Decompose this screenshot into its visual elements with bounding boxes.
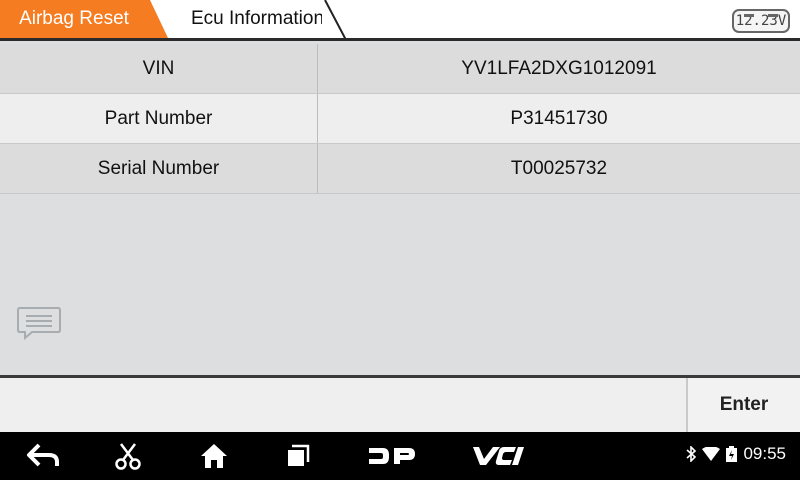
row-value: YV1LFA2DXG1012091 (461, 57, 657, 79)
tab-label: Airbag Reset (19, 8, 129, 29)
table-row: Serial Number T00025732 (0, 144, 800, 194)
row-value: T00025732 (510, 157, 608, 179)
wifi-icon (702, 447, 721, 461)
row-key: Serial Number (0, 144, 318, 193)
battery-cap (768, 14, 778, 17)
bluetooth-icon (686, 446, 697, 462)
row-key: Part Number (0, 94, 318, 143)
scissors-icon[interactable] (112, 442, 144, 470)
home-icon[interactable] (197, 442, 231, 470)
tab-ecu-information[interactable]: Ecu Information (155, 0, 350, 38)
battery-cap (744, 14, 754, 17)
tab-label: Ecu Information (190, 8, 325, 29)
battery-charging-icon (726, 446, 738, 462)
table-row: VIN YV1LFA2DXG1012091 (0, 44, 800, 94)
status-area: 09:55 (686, 444, 786, 464)
clock-time: 09:55 (743, 444, 786, 463)
row-value: P31451730 (510, 107, 608, 129)
tab-edge-divider (322, 0, 350, 40)
tab-bar-divider (0, 38, 800, 41)
ecu-info-table: VIN YV1LFA2DXG1012091 Part Number P31451… (0, 44, 800, 194)
tab-airbag-reset[interactable]: Airbag Reset (0, 0, 168, 38)
table-row: Part Number P31451730 (0, 94, 800, 144)
message-icon[interactable] (16, 305, 62, 341)
content-area (0, 195, 800, 375)
dp-icon[interactable] (366, 442, 418, 470)
system-nav-bar: 09:55 (0, 432, 800, 480)
recent-apps-icon[interactable] (283, 442, 313, 470)
back-icon[interactable] (24, 442, 62, 470)
battery-voltage-indicator: 12.23V (732, 9, 790, 33)
tab-bar: Ecu Information Airbag Reset 12.23V (0, 0, 800, 41)
row-key: VIN (0, 44, 318, 93)
action-bar: Enter (0, 378, 800, 432)
enter-button[interactable]: Enter (686, 378, 800, 432)
vci-icon[interactable] (470, 442, 526, 470)
